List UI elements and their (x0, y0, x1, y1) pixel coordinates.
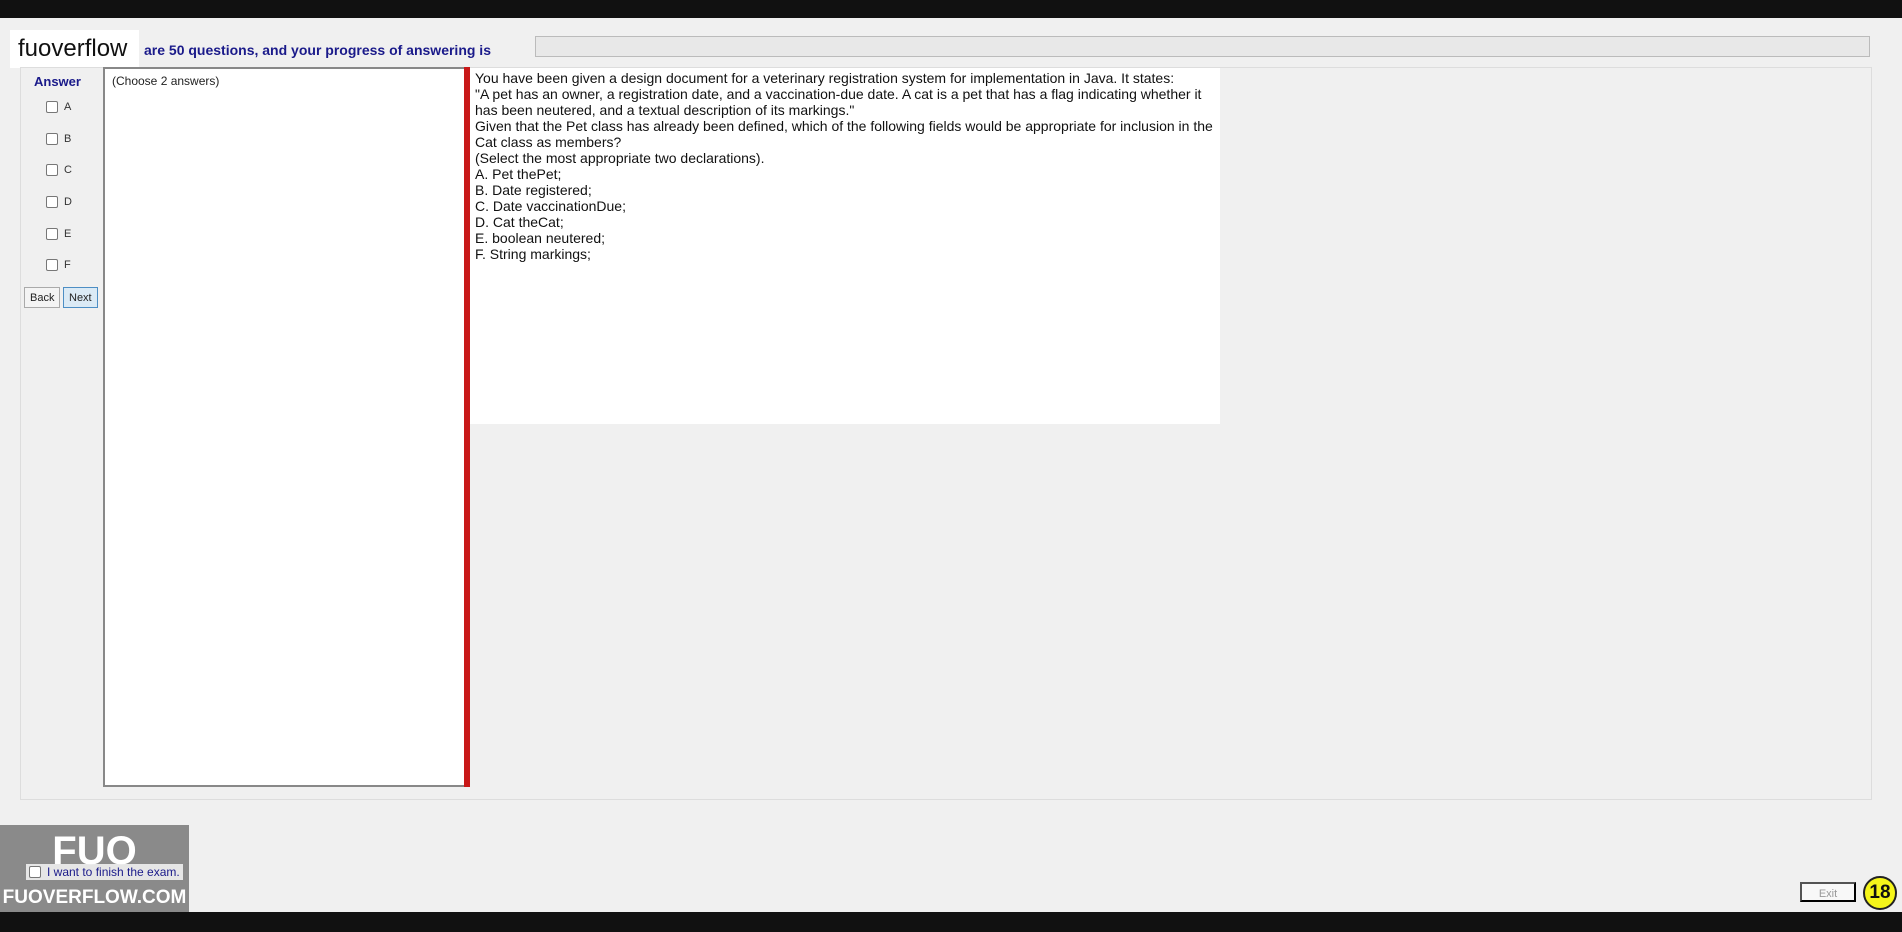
option-d-checkbox[interactable]: D (46, 196, 72, 208)
progress-bar (535, 36, 1870, 57)
question-option: E. boolean neutered; (475, 230, 605, 246)
question-line: "A pet has an owner, a registration date… (475, 86, 1202, 118)
question-option: D. Cat theCat; (475, 214, 564, 230)
question-option: F. String markings; (475, 246, 591, 262)
answer-title: Answer (34, 74, 81, 89)
question-line: Given that the Pet class has already bee… (475, 118, 1213, 150)
finish-exam-checkbox[interactable]: I want to finish the exam. (26, 864, 183, 880)
question-line: You have been given a design document fo… (475, 70, 1175, 86)
question-option: B. Date registered; (475, 182, 592, 198)
logo-text: FUOVERFLOW.COM (2, 887, 187, 908)
question-box: You have been given a design document fo… (470, 68, 1220, 424)
finish-checkbox-box[interactable] (29, 866, 41, 878)
exit-button[interactable]: Exit (1800, 882, 1856, 902)
next-button[interactable]: Next (63, 287, 98, 308)
progress-text: are 50 questions, and your progress of a… (144, 42, 491, 58)
question-option: C. Date vaccinationDue; (475, 198, 626, 214)
question-option: A. Pet thePet; (475, 166, 562, 182)
finish-exam-label: I want to finish the exam. (47, 865, 180, 879)
bottom-bar (0, 912, 1902, 932)
option-b-checkbox[interactable]: B (46, 133, 71, 145)
back-button[interactable]: Back (24, 287, 61, 308)
top-bar (0, 0, 1902, 18)
choose-instruction: (Choose 2 answers) (112, 74, 220, 88)
question-line: (Select the most appropriate two declara… (475, 150, 765, 166)
answer-frame: (Choose 2 answers) (103, 67, 467, 787)
option-c-checkbox[interactable]: C (46, 164, 72, 176)
option-e-checkbox[interactable]: E (46, 228, 71, 240)
option-f-checkbox[interactable]: F (46, 259, 71, 271)
question-number-badge: 18 (1863, 876, 1897, 910)
option-a-checkbox[interactable]: A (46, 101, 71, 113)
brand-label: fuoverflow (10, 30, 139, 68)
